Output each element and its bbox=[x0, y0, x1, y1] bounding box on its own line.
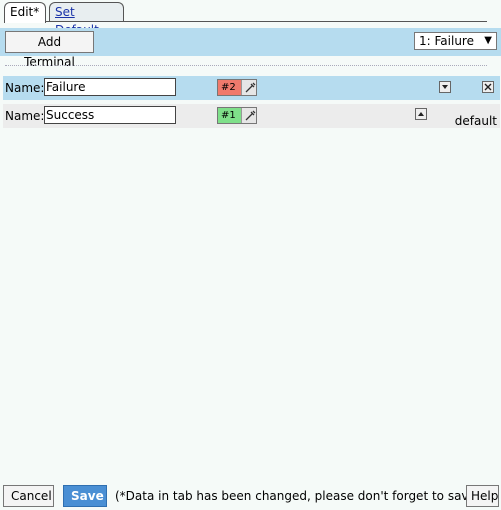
move-down-button[interactable] bbox=[439, 81, 451, 93]
close-icon bbox=[484, 83, 492, 91]
add-terminal-button[interactable]: Add Terminal bbox=[5, 31, 94, 69]
arrow-up-icon bbox=[418, 112, 424, 116]
terminal-select[interactable]: 1: Failure ▼ bbox=[414, 32, 497, 50]
terminal-select-value: 1: Failure bbox=[419, 34, 474, 48]
tab-edit[interactable]: Edit* bbox=[4, 2, 46, 23]
terminal-row: Name: Failure #2 bbox=[3, 76, 500, 100]
delete-terminal-button[interactable] bbox=[482, 81, 494, 93]
save-button[interactable]: Save bbox=[63, 485, 107, 507]
unsaved-changes-note: (*Data in tab has been changed, please d… bbox=[115, 489, 481, 503]
dropdown-arrow-icon: ▼ bbox=[484, 35, 492, 46]
terminal-name-input[interactable]: Success bbox=[44, 106, 176, 124]
name-label: Name: bbox=[5, 81, 45, 95]
footer: Cancel Save (*Data in tab has been chang… bbox=[0, 484, 501, 508]
terminal-name-input[interactable]: Failure bbox=[44, 78, 176, 96]
eyedropper-icon bbox=[241, 80, 256, 95]
tab-set-default[interactable]: Set Default bbox=[49, 2, 124, 37]
separator bbox=[5, 65, 487, 66]
toolbar: Add Terminal 1: Failure ▼ bbox=[0, 28, 501, 69]
name-label: Name: bbox=[5, 109, 45, 123]
color-picker[interactable]: #1 bbox=[217, 107, 257, 124]
color-number: #1 bbox=[218, 108, 241, 123]
help-button[interactable]: Help bbox=[466, 485, 499, 507]
eyedropper-icon bbox=[241, 108, 256, 123]
terminal-row: Name: Success #1 default bbox=[3, 104, 500, 128]
arrow-down-icon bbox=[442, 85, 448, 89]
default-label: default bbox=[454, 114, 497, 128]
color-picker[interactable]: #2 bbox=[217, 79, 257, 96]
cancel-button[interactable]: Cancel bbox=[3, 485, 54, 507]
color-number: #2 bbox=[218, 80, 241, 95]
tab-divider bbox=[46, 21, 487, 22]
move-up-button[interactable] bbox=[415, 108, 427, 120]
tab-bar: Edit* Set Default bbox=[0, 0, 501, 37]
